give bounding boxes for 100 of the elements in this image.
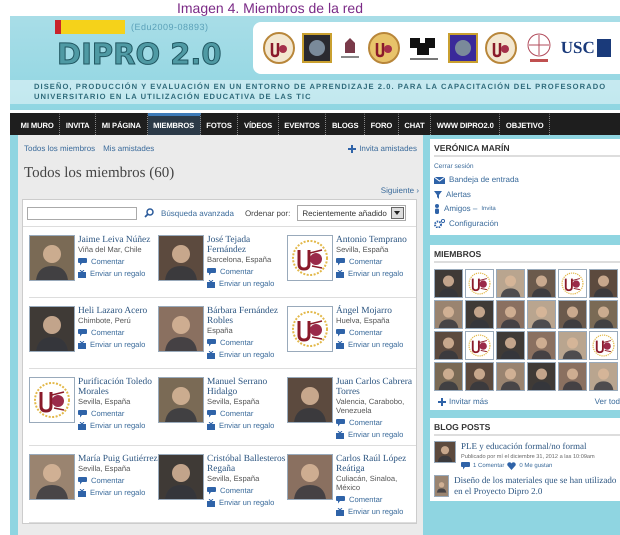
member-name-link[interactable]: Antonio Temprano bbox=[336, 235, 416, 245]
invite-more-link[interactable]: Invitar más bbox=[449, 397, 488, 406]
speech-bubble-icon bbox=[207, 486, 216, 494]
photo-placeholder bbox=[434, 362, 463, 391]
account-link[interactable]: Bandeja de entrada bbox=[449, 173, 519, 188]
filter-link[interactable]: Mis amistades bbox=[103, 144, 154, 153]
gift-icon bbox=[78, 488, 86, 496]
seal-logo bbox=[484, 31, 518, 65]
photo-placeholder bbox=[589, 300, 618, 329]
photo-placeholder bbox=[496, 331, 525, 360]
photo-placeholder bbox=[527, 300, 556, 329]
speech-bubble-icon bbox=[461, 462, 470, 470]
gift-icon bbox=[207, 350, 215, 358]
search-icon[interactable] bbox=[144, 208, 154, 218]
photo-placeholder bbox=[589, 362, 618, 391]
speech-bubble-icon bbox=[78, 410, 87, 418]
figure-caption: Imagen 4. Miembros de la red bbox=[176, 0, 364, 16]
user-name: VERÓNICA MARÍN bbox=[434, 142, 620, 157]
seal-logo bbox=[367, 31, 402, 65]
funnel-icon bbox=[434, 190, 442, 199]
photo-placeholder bbox=[29, 235, 75, 281]
envelope-icon bbox=[434, 176, 445, 184]
photo-placeholder bbox=[465, 300, 494, 329]
view-all-link[interactable]: Ver tod bbox=[594, 397, 620, 406]
member-name-link[interactable]: Manuel Serrano Hidalgo bbox=[207, 377, 287, 397]
member-name-link[interactable]: Cristóbal Ballesteros Regaña bbox=[207, 454, 287, 474]
photo-placeholder bbox=[496, 300, 525, 329]
photo-placeholder bbox=[287, 377, 333, 423]
emblem-logo bbox=[302, 33, 332, 63]
photo-placeholder bbox=[158, 454, 204, 500]
photo-placeholder bbox=[589, 269, 618, 298]
photo-placeholder bbox=[558, 331, 587, 360]
page-title: Todos los miembros (60) bbox=[24, 165, 176, 182]
photo-placeholder bbox=[434, 300, 463, 329]
member-name-link[interactable]: Bárbara Fernández Robles bbox=[207, 306, 287, 326]
speech-bubble-icon bbox=[336, 418, 345, 426]
member-name-link[interactable]: Ángel Mojarro bbox=[336, 306, 416, 316]
project-code: (Edu2009-08893) bbox=[131, 22, 209, 32]
photo-placeholder bbox=[496, 362, 525, 391]
photo-placeholder bbox=[287, 454, 333, 500]
photo-placeholder bbox=[558, 300, 587, 329]
widget-title: MIEMBROS bbox=[434, 248, 620, 263]
caret-icon bbox=[394, 211, 400, 215]
photo-placeholder bbox=[29, 306, 75, 352]
blog-post-title[interactable]: Diseño de los materiales que se han utilizado en el Proyecto Dipro 2.0 bbox=[454, 475, 620, 497]
person-icon bbox=[434, 204, 440, 214]
photo-placeholder bbox=[434, 269, 463, 298]
gift-icon bbox=[78, 340, 86, 348]
university-logo: USC bbox=[560, 38, 611, 58]
account-link[interactable]: Configuración bbox=[449, 216, 498, 231]
speech-bubble-icon bbox=[78, 476, 87, 484]
widget-title: BLOG POSTS bbox=[434, 421, 620, 436]
next-page-link[interactable]: Siguiente › bbox=[22, 186, 419, 195]
member-name-link[interactable]: Jaime Leiva Núñez bbox=[78, 235, 158, 245]
member-name-link[interactable]: José Tejada Fernández bbox=[207, 235, 287, 255]
speech-bubble-icon bbox=[336, 258, 345, 266]
speech-bubble-icon bbox=[78, 328, 87, 336]
member-name-link[interactable]: María Puig Gutiérrez bbox=[78, 454, 158, 464]
sort-label: Ordenar por: bbox=[244, 208, 290, 218]
photo-placeholder bbox=[527, 269, 556, 298]
speech-bubble-icon bbox=[207, 338, 216, 346]
member-name-link[interactable]: Heli Lazaro Acero bbox=[78, 306, 158, 316]
member-name-link[interactable]: Purificación Toledo Morales bbox=[78, 377, 158, 397]
advanced-search-link[interactable]: Búsqueda avanzada bbox=[161, 208, 234, 218]
speech-bubble-icon bbox=[207, 268, 216, 276]
account-link[interactable]: Amigos – bbox=[444, 202, 478, 216]
sort-dropdown[interactable]: Recientemente añadido bbox=[297, 205, 406, 221]
university-logo bbox=[465, 269, 494, 298]
university-logo bbox=[465, 331, 494, 360]
photo-placeholder bbox=[527, 331, 556, 360]
speech-bubble-icon bbox=[336, 328, 345, 336]
member-name-link[interactable]: Juan Carlos Cabrera Torres bbox=[336, 377, 416, 397]
gift-icon bbox=[207, 280, 215, 288]
heart-icon bbox=[507, 462, 516, 470]
gift-icon bbox=[78, 422, 86, 430]
member-name-link[interactable]: Carlos Raúl López Reátiga bbox=[336, 454, 416, 474]
photo-placeholder bbox=[558, 362, 587, 391]
speech-bubble-icon bbox=[336, 496, 345, 504]
search-field[interactable] bbox=[27, 206, 137, 220]
photo-placeholder bbox=[434, 475, 450, 497]
speech-bubble-icon bbox=[207, 410, 216, 418]
gift-icon bbox=[336, 340, 344, 348]
photo-placeholder bbox=[465, 362, 494, 391]
filter-link[interactable]: Todos los miembros bbox=[24, 144, 96, 153]
speech-bubble-icon bbox=[78, 258, 87, 266]
gift-icon bbox=[336, 270, 344, 278]
plus-icon bbox=[438, 398, 446, 406]
photo-placeholder bbox=[434, 331, 463, 360]
emblem-logo bbox=[448, 33, 478, 63]
gift-icon bbox=[207, 498, 215, 506]
invite-friends-link[interactable]: Invita amistades bbox=[359, 144, 417, 153]
university-logo bbox=[287, 306, 333, 352]
government-logo bbox=[55, 20, 125, 34]
photo-placeholder bbox=[158, 235, 204, 281]
university-logo bbox=[29, 377, 75, 423]
blog-post-title[interactable]: PLE y educación formal/no formal bbox=[461, 441, 595, 452]
account-link[interactable]: Alertas bbox=[446, 188, 471, 202]
university-logo bbox=[287, 235, 333, 281]
photo-placeholder bbox=[158, 306, 204, 352]
photo-placeholder bbox=[434, 441, 456, 463]
